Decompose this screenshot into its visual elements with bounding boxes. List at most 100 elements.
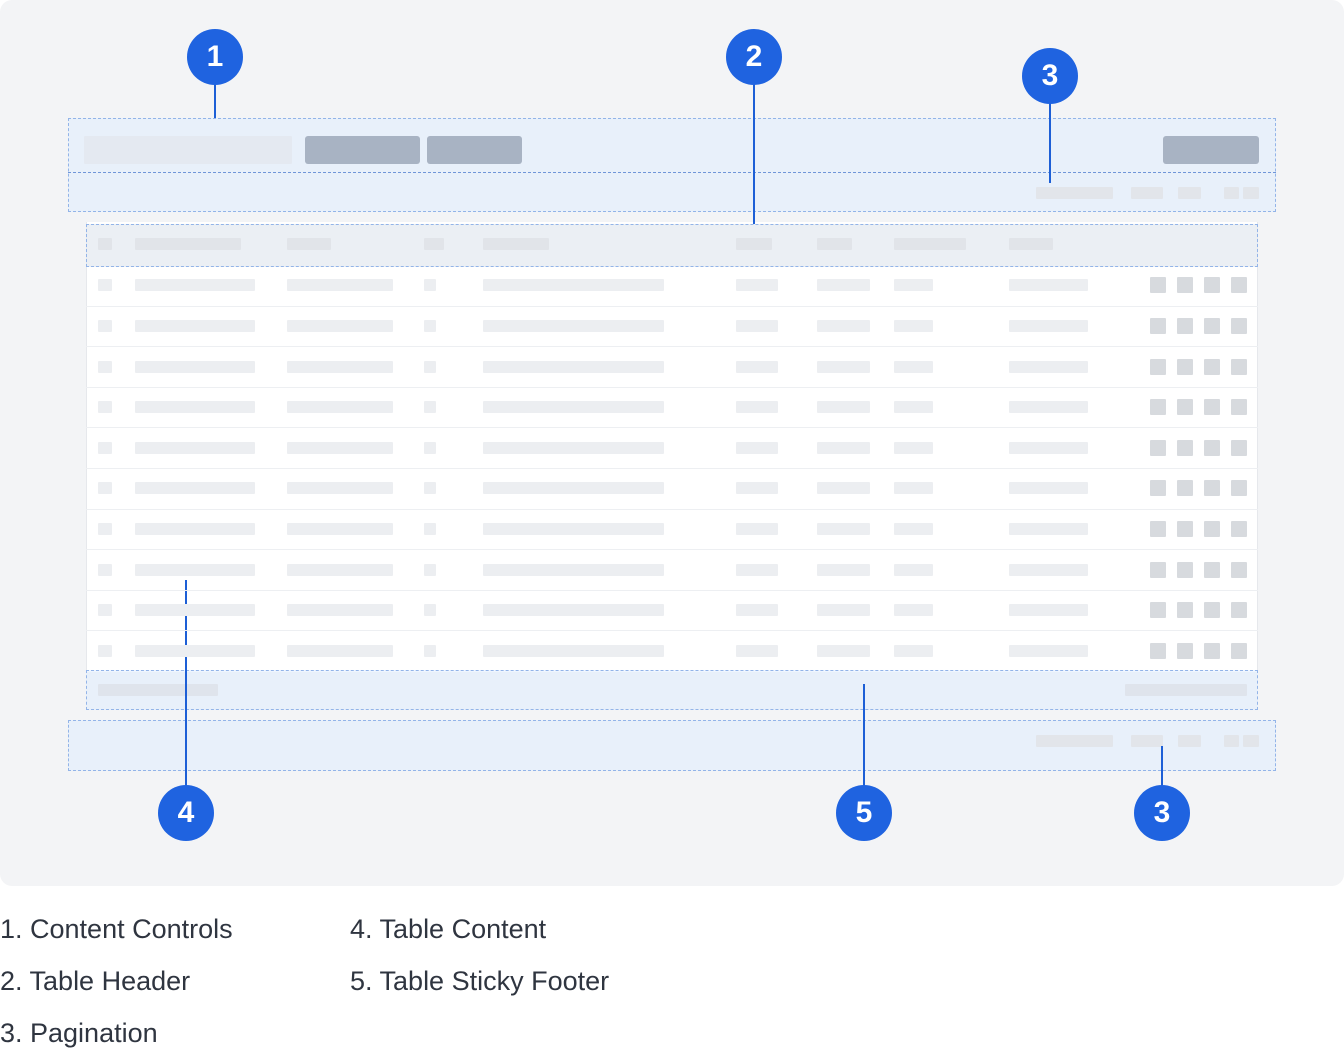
row-cell-placeholder xyxy=(894,360,933,373)
row-action-icon xyxy=(1177,520,1193,537)
controls-pagination-divider xyxy=(68,172,1276,173)
row-cell-placeholder xyxy=(287,319,393,332)
row-action-icon xyxy=(1177,317,1193,334)
header-cell-placeholder xyxy=(135,238,241,250)
row-cell-placeholder xyxy=(98,401,112,414)
row-cell-placeholder xyxy=(424,604,436,617)
row-action-icon xyxy=(1150,317,1166,334)
leader-line-5 xyxy=(863,684,865,786)
row-divider xyxy=(86,468,1258,469)
filter-button-placeholder xyxy=(305,136,420,164)
row-cell-placeholder xyxy=(894,522,933,535)
row-cell-placeholder xyxy=(424,522,436,535)
leader-line-3-top xyxy=(1049,103,1051,183)
row-cell-placeholder xyxy=(287,441,393,454)
row-action-icon xyxy=(1150,439,1166,456)
next-page-placeholder xyxy=(1243,735,1259,747)
row-cell-placeholder xyxy=(483,563,664,576)
row-cell-placeholder xyxy=(1009,401,1088,414)
leader-line-3-bottom xyxy=(1161,746,1163,786)
row-cell-placeholder xyxy=(894,441,933,454)
row-cell-placeholder xyxy=(1009,522,1088,535)
prev-page-placeholder xyxy=(1224,735,1239,747)
next-page-placeholder xyxy=(1243,187,1259,199)
row-divider xyxy=(86,305,1258,307)
row-cell-placeholder xyxy=(894,604,933,617)
row-cell-placeholder xyxy=(98,522,112,535)
row-action-icon xyxy=(1204,439,1220,456)
legend-item-pagination: 3. Pagination xyxy=(0,1018,158,1048)
row-cell-placeholder xyxy=(424,279,436,292)
row-cell-placeholder xyxy=(98,482,112,495)
row-action-icon xyxy=(1231,480,1247,497)
row-divider xyxy=(86,589,1258,591)
row-cell-placeholder xyxy=(98,360,112,373)
legend-item-table-header: 2. Table Header xyxy=(0,966,191,996)
row-cell-placeholder xyxy=(483,401,664,414)
header-cell-placeholder xyxy=(817,238,852,250)
primary-action-button-placeholder xyxy=(1163,136,1259,164)
row-cell-placeholder xyxy=(135,604,255,617)
row-cell-placeholder xyxy=(424,563,436,576)
row-action-icon xyxy=(1204,602,1220,619)
row-action-icon xyxy=(1231,317,1247,334)
row-cell-placeholder xyxy=(894,279,933,292)
row-action-icon xyxy=(1231,561,1247,578)
row-action-icon xyxy=(1231,602,1247,619)
row-cell-placeholder xyxy=(424,360,436,373)
row-cell-placeholder xyxy=(1009,604,1088,617)
row-cell-placeholder xyxy=(287,279,393,292)
row-cell-placeholder xyxy=(135,522,255,535)
row-cell-placeholder xyxy=(287,563,393,576)
row-action-icon xyxy=(1204,358,1220,375)
row-cell-placeholder xyxy=(98,604,112,617)
row-action-icon xyxy=(1204,399,1220,416)
row-action-icon xyxy=(1204,277,1220,294)
search-input-placeholder xyxy=(84,136,292,164)
row-cell-placeholder xyxy=(483,482,664,495)
header-cell-placeholder xyxy=(98,238,112,250)
row-cell-placeholder xyxy=(736,319,778,332)
row-cell-placeholder xyxy=(1009,441,1088,454)
row-cell-placeholder xyxy=(736,279,778,292)
page-number-placeholder xyxy=(1178,735,1201,747)
row-action-icon xyxy=(1231,358,1247,375)
row-cell-placeholder xyxy=(483,644,664,657)
row-cell-placeholder xyxy=(736,604,778,617)
row-cell-placeholder xyxy=(894,401,933,414)
row-cell-placeholder xyxy=(287,360,393,373)
row-cell-placeholder xyxy=(1009,482,1088,495)
header-cell-placeholder xyxy=(1009,238,1053,250)
row-cell-placeholder xyxy=(424,441,436,454)
row-action-icon xyxy=(1150,399,1166,416)
row-action-icon xyxy=(1177,277,1193,294)
row-cell-placeholder xyxy=(736,482,778,495)
row-cell-placeholder xyxy=(894,319,933,332)
header-cell-placeholder xyxy=(894,238,966,250)
row-cell-placeholder xyxy=(135,441,255,454)
row-cell-placeholder xyxy=(736,522,778,535)
row-cell-placeholder xyxy=(894,482,933,495)
callout-badge-4: 4 xyxy=(158,785,214,841)
secondary-button-placeholder xyxy=(427,136,522,164)
footer-summary-placeholder xyxy=(98,684,218,696)
row-action-icon xyxy=(1150,642,1166,659)
row-action-icon xyxy=(1150,480,1166,497)
row-cell-placeholder xyxy=(894,563,933,576)
row-cell-placeholder xyxy=(287,482,393,495)
row-action-icon xyxy=(1177,439,1193,456)
row-cell-placeholder xyxy=(98,441,112,454)
header-cell-placeholder xyxy=(287,238,331,250)
header-cell-placeholder xyxy=(424,238,444,250)
row-action-icon xyxy=(1204,561,1220,578)
legend-item-table-content: 4. Table Content xyxy=(350,914,547,944)
row-cell-placeholder xyxy=(817,644,870,657)
page-number-placeholder xyxy=(1178,187,1201,199)
callout-badge-3-top: 3 xyxy=(1022,48,1078,104)
row-cell-placeholder xyxy=(424,319,436,332)
row-action-icon xyxy=(1231,399,1247,416)
leader-line-2 xyxy=(753,84,755,224)
row-cell-placeholder xyxy=(817,319,870,332)
callout-badge-2: 2 xyxy=(726,29,782,85)
row-action-icon xyxy=(1150,602,1166,619)
